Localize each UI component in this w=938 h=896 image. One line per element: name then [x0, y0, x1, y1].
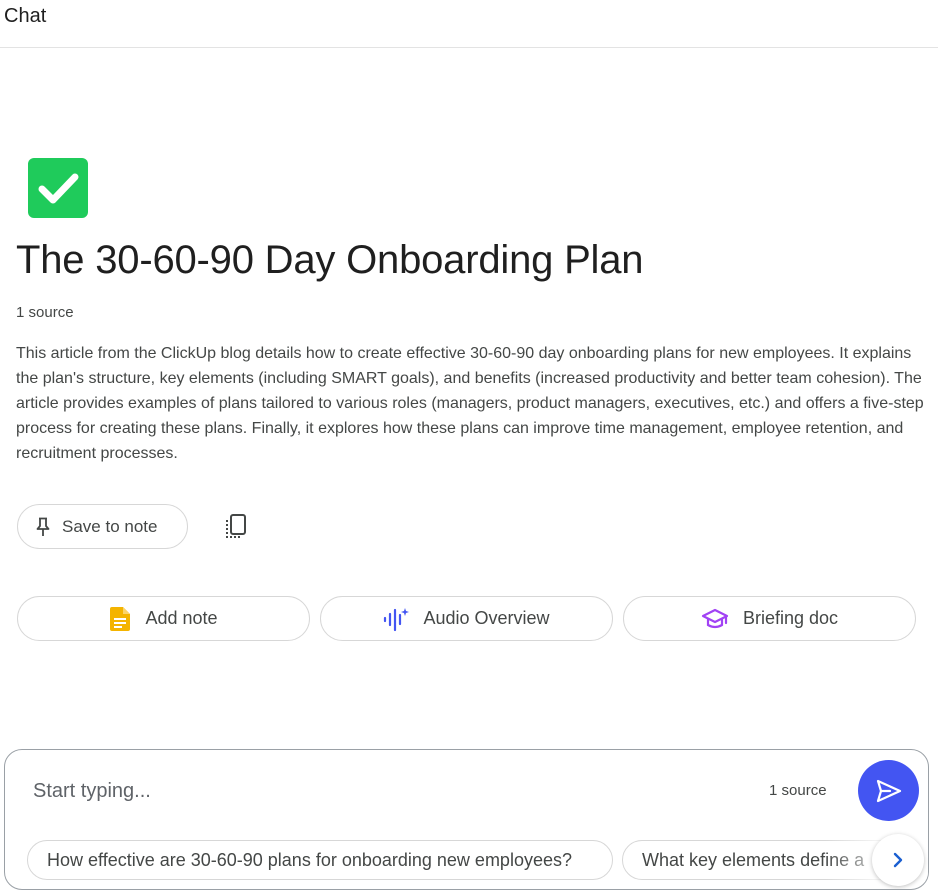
suggested-question[interactable]: What key elements define a	[622, 840, 902, 880]
next-suggestions-button[interactable]	[872, 834, 924, 886]
header-title: Chat	[4, 5, 47, 27]
audio-wave-icon	[384, 607, 410, 631]
suggested-question[interactable]: How effective are 30-60-90 plans for onb…	[27, 840, 613, 880]
chat-composer: 1 source How effective are 30-60-90 plan…	[4, 749, 929, 890]
suggested-question-label: How effective are 30-60-90 plans for onb…	[47, 849, 572, 870]
briefing-doc-label: Briefing doc	[742, 608, 839, 628]
audio-overview-button[interactable]: Audio Overview	[320, 596, 613, 641]
suggested-question-label: What key elements define a	[642, 849, 865, 870]
briefing-doc-button[interactable]: Briefing doc	[623, 596, 916, 641]
composer-source-count: 1 source	[769, 782, 827, 799]
graduation-cap-icon	[701, 608, 729, 628]
save-to-note-button[interactable]: Save to note	[17, 504, 188, 549]
add-note-button[interactable]: Add note	[17, 596, 310, 641]
chat-header: Chat	[0, 0, 938, 48]
pin-icon	[36, 517, 50, 536]
white-check-mark-icon	[38, 173, 79, 204]
send-icon	[876, 779, 901, 802]
add-note-label: Add note	[145, 608, 218, 628]
notebook-title: The 30-60-90 Day Onboarding Plan	[16, 238, 644, 282]
notebook-emoji	[28, 158, 88, 218]
notebook-summary: This article from the ClickUp blog detai…	[16, 345, 924, 462]
audio-overview-label: Audio Overview	[423, 608, 550, 628]
chat-input[interactable]	[33, 774, 733, 808]
note-icon	[110, 606, 131, 631]
source-count: 1 source	[16, 304, 74, 321]
send-button[interactable]	[858, 760, 919, 821]
chevron-right-icon	[893, 852, 903, 868]
copy-icon	[226, 514, 246, 538]
copy-button[interactable]	[222, 512, 252, 542]
save-to-note-label: Save to note	[62, 516, 158, 536]
